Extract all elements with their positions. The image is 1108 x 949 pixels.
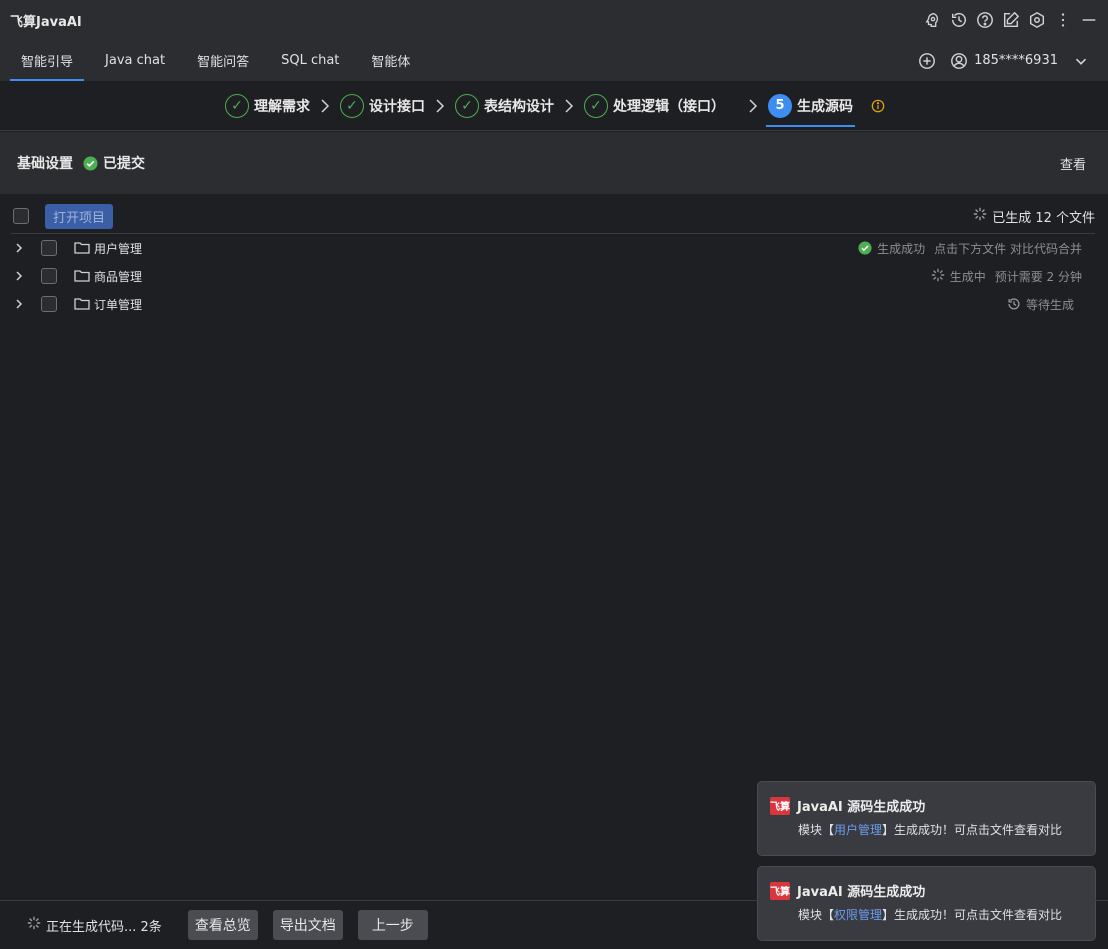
tab-agent[interactable]: 智能体: [360, 40, 421, 81]
folder-icon: [74, 297, 90, 311]
title-bar-actions: [924, 11, 1098, 29]
notification-title: JavaAI 源码生成成功: [797, 800, 926, 815]
module-tree: 用户管理 生成成功 点击下方文件 对比代码合并 商品管理 生成中 预计需要 2 …: [0, 234, 1108, 318]
step-understand-requirements[interactable]: ✓ 理解需求: [223, 81, 312, 131]
select-all-checkbox[interactable]: [13, 208, 29, 224]
step-design-interface[interactable]: ✓ 设计接口: [338, 81, 427, 131]
module-toolbar: 打开项目 已生成 12 个文件: [0, 200, 1108, 232]
settings-icon[interactable]: [1028, 11, 1046, 29]
check-icon: ✓: [584, 93, 608, 118]
generated-count: 已生成 12 个文件: [973, 207, 1095, 226]
user-menu[interactable]: 185****6931: [950, 52, 1090, 70]
step-table-design[interactable]: ✓ 表结构设计: [453, 81, 556, 131]
tabs-right-actions: 185****6931: [918, 40, 1108, 81]
info-icon[interactable]: [871, 99, 885, 113]
tree-row[interactable]: 商品管理 生成中 预计需要 2 分钟: [0, 262, 1108, 290]
module-status: 等待生成: [1007, 296, 1074, 313]
submitted-status: 已提交: [83, 153, 145, 173]
help-icon[interactable]: [976, 11, 994, 29]
brain-icon[interactable]: [924, 11, 942, 29]
user-name: 185****6931: [974, 53, 1058, 68]
success-check-icon: [858, 241, 872, 255]
module-link[interactable]: 用户管理: [834, 823, 882, 837]
basic-settings-title: 基础设置: [17, 156, 73, 172]
history-icon: [1008, 298, 1020, 310]
previous-step-button[interactable]: 上一步: [357, 910, 428, 940]
notification-message: 模块【用户管理】生成成功！可点击文件查看对比: [798, 823, 1063, 837]
tree-row[interactable]: 订单管理 等待生成: [0, 290, 1108, 318]
notification-title: JavaAI 源码生成成功: [797, 885, 926, 900]
chevron-right-icon[interactable]: [14, 270, 28, 282]
folder-icon: [74, 241, 90, 255]
module-name: 用户管理: [94, 241, 143, 256]
chevron-right-icon: [319, 98, 331, 114]
tree-row[interactable]: 用户管理 生成成功 点击下方文件 对比代码合并: [0, 234, 1108, 262]
view-overview-button[interactable]: 查看总览: [187, 910, 258, 940]
chevron-right-icon: [563, 98, 575, 114]
folder-icon: [74, 269, 90, 283]
row-checkbox[interactable]: [41, 268, 57, 284]
module-status: 生成成功 点击下方文件 对比代码合并: [858, 240, 1082, 257]
chevron-right-icon: [434, 98, 446, 114]
chevron-right-icon: [747, 98, 759, 114]
tab-smart-guide[interactable]: 智能引导: [10, 40, 85, 81]
step-number: 5: [768, 93, 792, 118]
more-vertical-icon[interactable]: [1054, 11, 1072, 29]
row-checkbox[interactable]: [41, 240, 57, 256]
module-status: 生成中 预计需要 2 分钟: [931, 268, 1082, 285]
add-circle-icon[interactable]: [918, 52, 936, 70]
tab-smart-qa[interactable]: 智能问答: [186, 40, 260, 81]
bottom-action-bar: 正在生成代码... 2条 查看总览 导出文档 上一步: [0, 900, 1108, 949]
open-project-button[interactable]: 打开项目: [45, 203, 114, 229]
generation-progress: 正在生成代码... 2条: [27, 916, 162, 935]
edit-icon[interactable]: [1002, 11, 1020, 29]
notification-toast[interactable]: 飞算 JavaAI 源码生成成功 模块【用户管理】生成成功！可点击文件查看对比: [757, 781, 1096, 856]
user-avatar-icon: [950, 52, 968, 70]
spinner-icon: [973, 207, 987, 225]
chevron-right-icon[interactable]: [14, 298, 28, 310]
module-name: 订单管理: [94, 297, 143, 312]
brand-logo: 飞算: [770, 881, 790, 900]
check-icon: ✓: [225, 93, 249, 118]
check-icon: ✓: [340, 93, 364, 118]
check-icon: ✓: [455, 93, 479, 118]
module-name: 商品管理: [94, 269, 143, 284]
brand-logo: 飞算: [770, 796, 790, 815]
minimize-icon[interactable]: [1080, 11, 1098, 29]
history-icon[interactable]: [950, 11, 968, 29]
view-settings-link[interactable]: 查看: [1060, 154, 1086, 173]
spinner-icon: [931, 268, 945, 285]
tab-java-chat[interactable]: Java chat: [94, 40, 176, 81]
export-docs-button[interactable]: 导出文档: [272, 910, 343, 940]
chevron-down-icon: [1072, 52, 1090, 70]
progress-stepper: ✓ 理解需求 ✓ 设计接口 ✓ 表结构设计 ✓ 处理逻辑（接口） 5 生成源码: [0, 81, 1108, 131]
window-title: 飞算JavaAI: [10, 14, 82, 30]
basic-settings-bar: 基础设置 已提交 查看: [0, 132, 1108, 194]
app-window: 飞算JavaAI 智能引导 Java chat 智能问答 SQL chat 智能…: [0, 0, 1108, 949]
step-process-logic[interactable]: ✓ 处理逻辑（接口）: [582, 81, 727, 131]
tab-sql-chat[interactable]: SQL chat: [270, 40, 350, 81]
main-tabs: 智能引导 Java chat 智能问答 SQL chat 智能体 185****…: [0, 40, 1108, 81]
chevron-right-icon[interactable]: [14, 242, 28, 254]
success-check-icon: [83, 155, 98, 171]
row-checkbox[interactable]: [41, 296, 57, 312]
step-generate-source[interactable]: 5 生成源码: [766, 81, 855, 131]
title-bar: 飞算JavaAI: [0, 0, 1108, 40]
spinner-icon: [27, 916, 41, 934]
